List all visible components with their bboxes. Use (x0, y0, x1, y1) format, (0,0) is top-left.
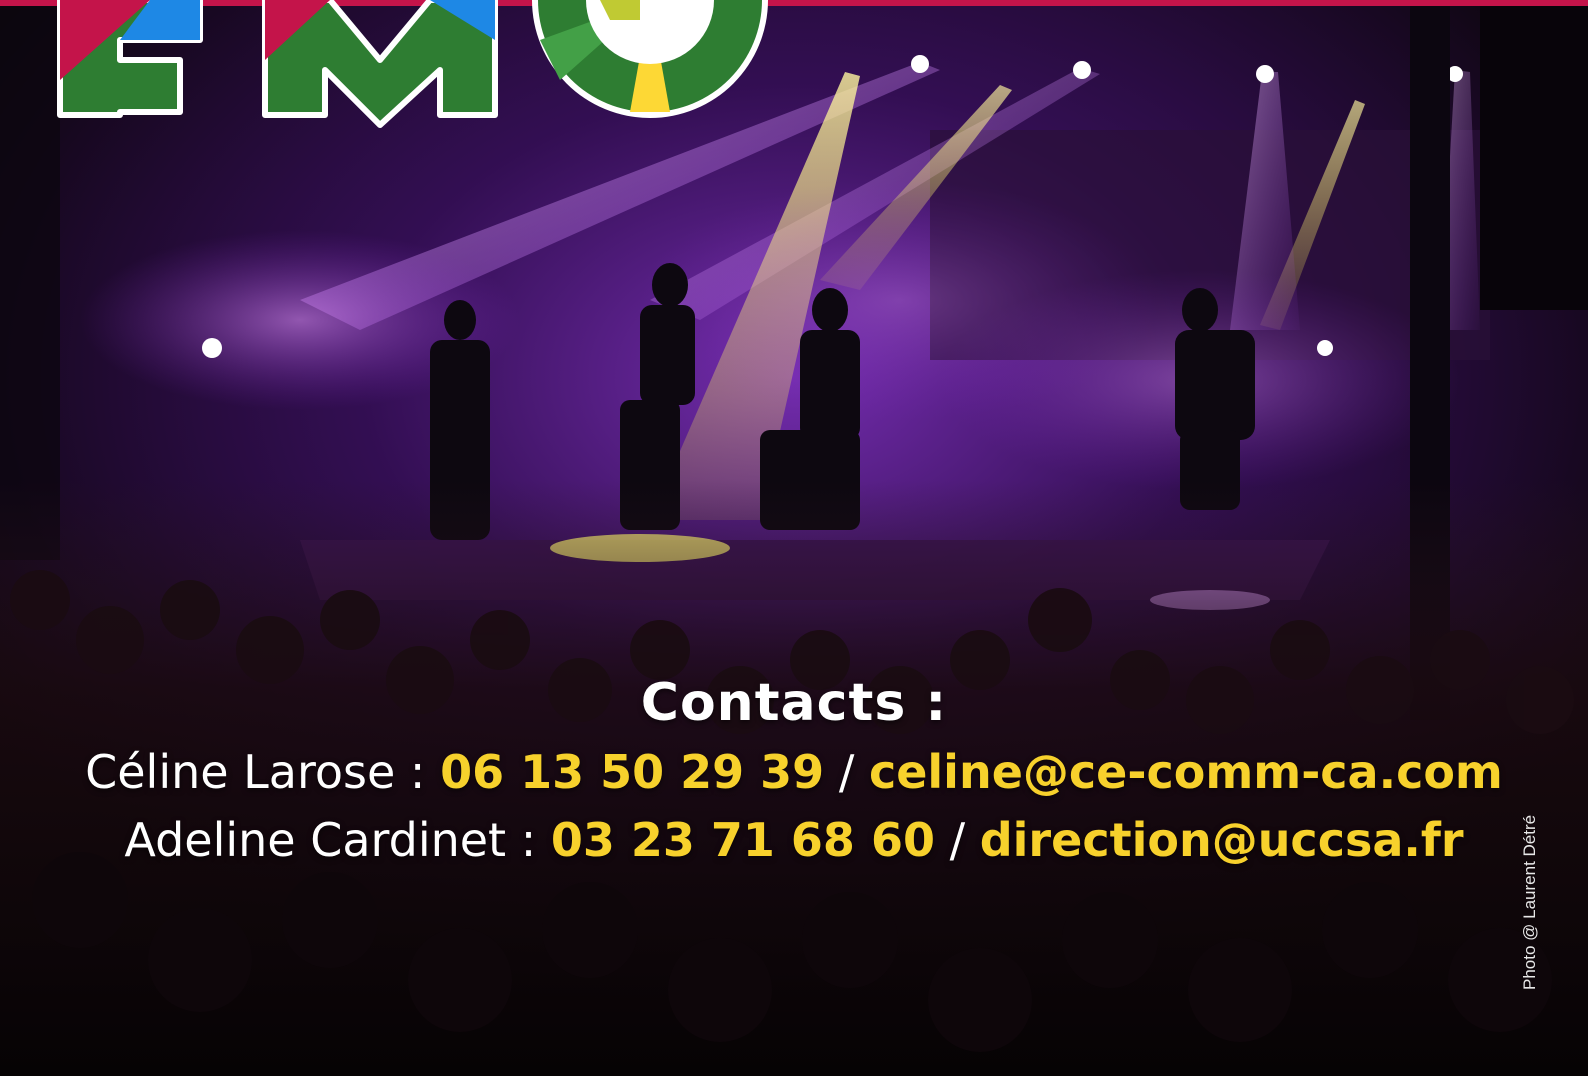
contact-line: Céline Larose : 06 13 50 29 39 / celine@… (0, 738, 1588, 806)
contact-email[interactable]: direction@uccsa.fr (980, 813, 1464, 867)
photo-credit: Photo @ Laurent Détré (1520, 814, 1539, 990)
contact-name: Adeline Cardinet (124, 813, 507, 867)
contacts-block: Contacts : Céline Larose : 06 13 50 29 3… (0, 668, 1588, 874)
contact-name: Céline Larose (85, 745, 396, 799)
contact-divider: / (824, 745, 869, 799)
contact-divider: / (934, 813, 980, 867)
contact-phone[interactable]: 03 23 71 68 60 (551, 813, 935, 867)
contact-phone[interactable]: 06 13 50 29 39 (440, 745, 824, 799)
fmo-logo (57, 0, 768, 128)
contact-email[interactable]: celine@ce-comm-ca.com (869, 745, 1503, 799)
contact-separator: : (395, 745, 441, 799)
concert-photo (0, 0, 1588, 1076)
poster: Contacts : Céline Larose : 06 13 50 29 3… (0, 0, 1588, 1076)
contact-separator: : (506, 813, 551, 867)
contact-line: Adeline Cardinet : 03 23 71 68 60 / dire… (0, 806, 1588, 874)
contacts-title: Contacts : (640, 673, 948, 733)
